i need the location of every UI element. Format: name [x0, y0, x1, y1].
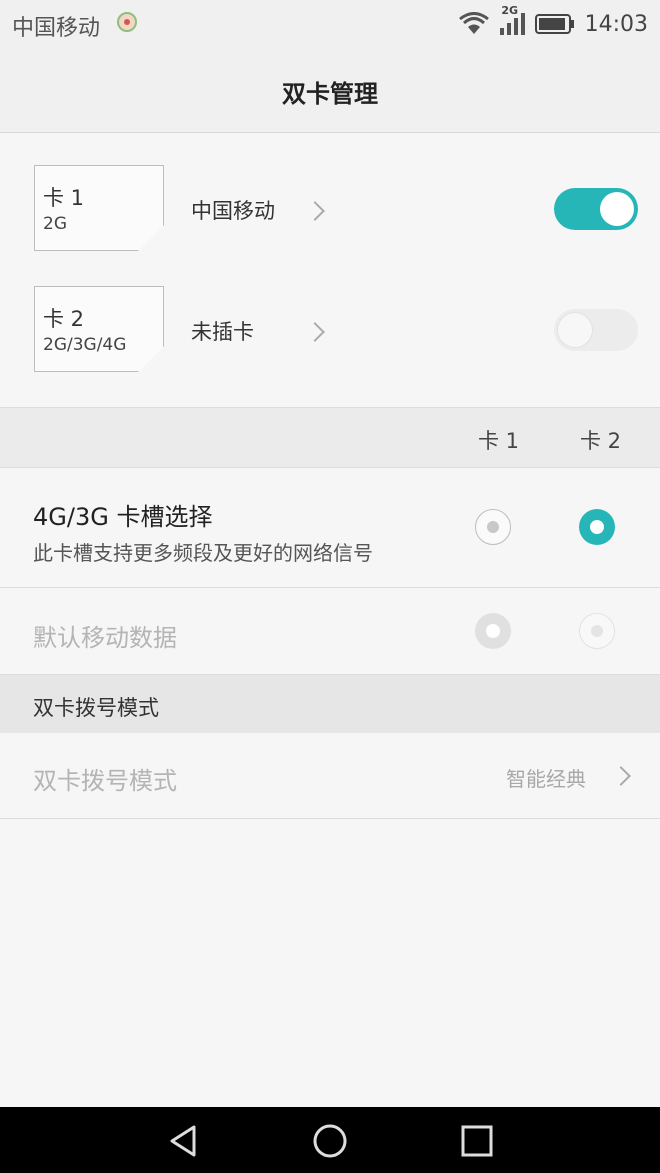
sim-card-1-icon: 卡 1 2G [34, 165, 164, 251]
data-card-1-radio[interactable] [475, 613, 511, 649]
chevron-right-icon [611, 766, 631, 786]
slot-select-subtitle: 此卡槽支持更多频段及更好的网络信号 [33, 541, 373, 565]
chevron-right-icon [305, 201, 325, 221]
page-title: 双卡管理 [282, 80, 378, 108]
sim-card-1-carrier: 中国移动 [191, 199, 275, 223]
dial-mode-row[interactable]: 双卡拨号模式 智能经典 [0, 733, 660, 819]
sim-card-2-bands: 2G/3G/4G [43, 335, 127, 355]
carrier-name: 中国移动 [12, 16, 101, 41]
sim-card-1-carrier-link[interactable]: 中国移动 [180, 185, 350, 235]
wifi-icon [458, 12, 489, 34]
sim-card-2-icon: 卡 2 2G/3G/4G [34, 286, 164, 372]
sim-row-2: 卡 2 2G/3G/4G 未插卡 [0, 276, 660, 386]
sim-card-1-name: 卡 1 [43, 186, 85, 210]
home-icon[interactable] [310, 1121, 350, 1161]
battery-icon [534, 14, 574, 34]
clock: 14:03 [584, 11, 648, 37]
dial-mode-value: 智能经典 [506, 767, 586, 791]
dial-mode-section-title: 双卡拨号模式 [33, 696, 159, 720]
slot-select-title: 4G/3G 卡槽选择 [33, 503, 213, 531]
carrier-badge-icon [117, 12, 137, 32]
signal-icon [499, 13, 525, 35]
column-card-2: 卡 2 [580, 429, 622, 453]
dial-mode-section-header: 双卡拨号模式 [0, 674, 660, 733]
default-data-title: 默认移动数据 [33, 624, 177, 652]
chevron-right-icon [305, 322, 325, 342]
column-card-1: 卡 1 [478, 429, 520, 453]
sim-card-2-name: 卡 2 [43, 307, 85, 331]
sim-row-1: 卡 1 2G 中国移动 [0, 155, 660, 265]
default-data-row: 默认移动数据 [0, 588, 660, 674]
recents-icon[interactable] [457, 1121, 497, 1161]
navigation-bar [0, 1107, 660, 1173]
dial-mode-label: 双卡拨号模式 [33, 767, 177, 795]
slot-card-2-radio[interactable] [579, 509, 615, 545]
slot-card-1-radio[interactable] [475, 509, 511, 545]
sim-card-1-bands: 2G [43, 214, 67, 234]
sim-card-2-toggle[interactable] [554, 309, 638, 351]
data-card-2-radio[interactable] [579, 613, 615, 649]
title-bar: 双卡管理 [0, 48, 660, 133]
back-icon[interactable] [164, 1121, 204, 1161]
slot-select-row: 4G/3G 卡槽选择 此卡槽支持更多频段及更好的网络信号 [0, 467, 660, 588]
sim-card-2-carrier-link[interactable]: 未插卡 [180, 306, 350, 356]
card-column-header: 卡 1 卡 2 [0, 407, 660, 468]
sim-card-2-carrier: 未插卡 [191, 320, 254, 344]
sim-card-1-toggle[interactable] [554, 188, 638, 230]
status-bar: 中国移动 2G 14:03 [0, 0, 660, 48]
sim-section: 卡 1 2G 中国移动 卡 2 2G/3G/4G 未插卡 [0, 133, 660, 407]
